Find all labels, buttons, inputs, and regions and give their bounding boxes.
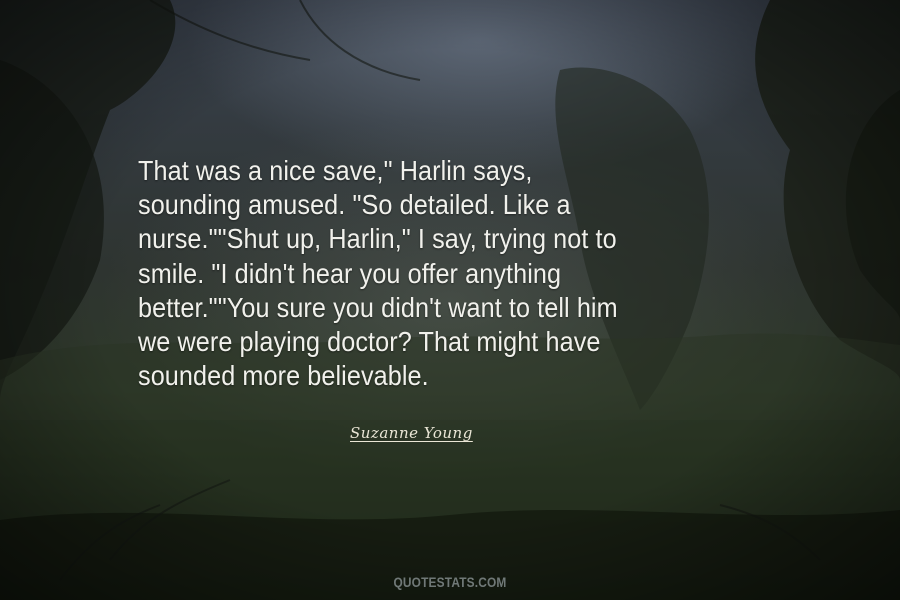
quote-line: sounded more believable.	[138, 360, 429, 392]
quote-line: we were playing doctor? That might have	[138, 326, 601, 358]
quote-line: sounding amused. "So detailed. Like a	[138, 189, 571, 221]
author-name: Suzanne Young	[350, 424, 550, 442]
site-watermark: QUOTESTATS.COM	[393, 574, 507, 590]
author-signature: Suzanne Young	[350, 424, 473, 442]
quote-line: nurse.""Shut up, Harlin," I say, trying …	[138, 223, 617, 255]
quote-line: better.""You sure you didn't want to tel…	[138, 291, 618, 323]
quote-text: That was a nice save," Harlin says, soun…	[138, 154, 714, 393]
quote-line: That was a nice save," Harlin says,	[138, 155, 533, 186]
quote-line: smile. "I didn't hear you offer anything	[138, 257, 562, 289]
quote-image: That was a nice save," Harlin says, soun…	[0, 0, 900, 600]
